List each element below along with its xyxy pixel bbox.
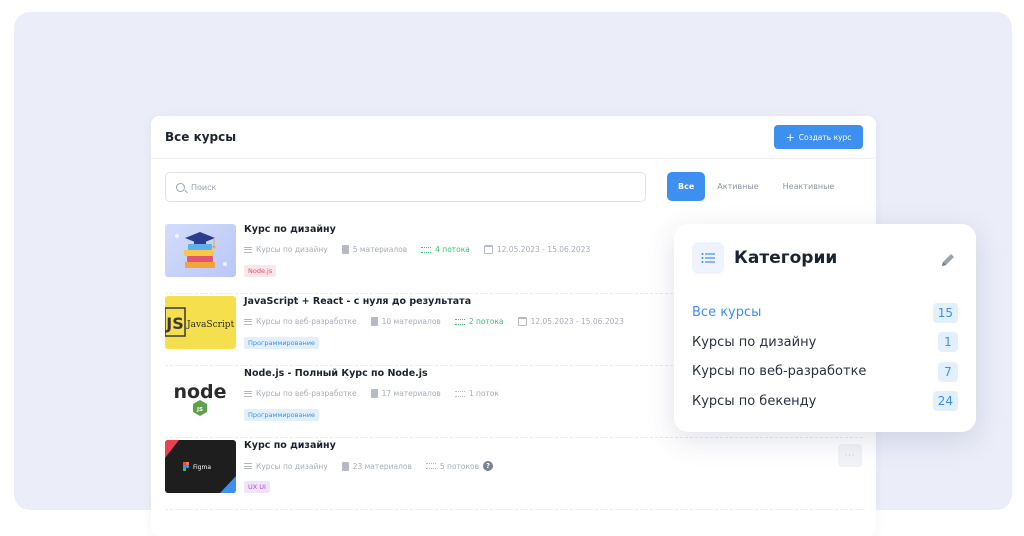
course-category: Курсы по веб-разработке [244,317,357,326]
search-box[interactable] [165,172,646,202]
create-course-button[interactable]: + Создать курс [774,125,863,149]
course-category: Курсы по дизайну [244,462,328,471]
document-icon [341,461,349,471]
course-streams: 1 поток [454,389,499,398]
streams-icon [425,463,436,469]
course-thumbnail [165,224,236,277]
course-streams: 2 потока [454,317,504,326]
create-course-label: Создать курс [798,132,852,142]
course-meta: Курсы по дизайну 23 материалов 5 потоков… [244,461,494,471]
document-icon [341,245,349,254]
course-category: Курсы по дизайну [244,245,328,254]
svg-text:JS: JS [165,314,183,333]
nodejs-logo: node JS [173,381,227,416]
categories-title: Категории [734,248,838,268]
course-title[interactable]: JavaScript + React - с нуля до результат… [244,296,471,307]
course-dates: 12.05.2023 - 15.06.2023 [517,317,624,326]
filter-tab-active[interactable]: Активные [705,172,770,201]
more-actions-button[interactable]: ··· [838,444,862,467]
course-thumbnail: JS JavaScript [165,296,236,349]
category-item-all[interactable]: Все курсы 15 [692,298,958,328]
course-category: Курсы по веб-разработке [244,389,357,398]
page-title: Все курсы [165,130,237,144]
search-icon [176,182,185,192]
course-materials: 17 материалов [370,389,441,398]
javascript-logo: JS JavaScript [165,307,235,337]
course-streams: 5 потоков? [425,461,494,471]
course-streams: 4 потока [421,245,470,254]
status-filter-tabs: Все Активные Неактивные [667,172,846,201]
categories-list: Все курсы 15 Курсы по дизайну 1 Курсы по… [692,298,958,416]
svg-text:JS: JS [196,407,203,413]
course-tag: Программирование [244,337,319,349]
category-label: Курсы по веб-разработке [692,364,867,380]
course-tag: Node.js [244,265,277,277]
course-row[interactable]: Figma Курс по дизайну Курсы по дизайну 2… [165,438,863,510]
filter-tab-all[interactable]: Все [667,172,706,201]
streams-icon [454,318,465,325]
help-icon[interactable]: ? [483,461,494,471]
course-tag: UX UI [244,481,270,493]
categories-list-icon [692,242,724,274]
categories-panel: Категории Все курсы 15 Курсы по дизайну … [674,224,976,432]
course-materials: 10 материалов [370,317,441,326]
course-title[interactable]: Курс по дизайну [244,440,336,451]
course-meta: Курсы по дизайну 5 материалов 4 потока 1… [244,245,590,254]
course-dates: 12.05.2023 - 15.06.2023 [483,245,590,254]
document-icon [370,389,378,398]
category-count-badge: 7 [938,361,958,382]
category-count-badge: 15 [932,302,958,323]
course-meta: Курсы по веб-разработке 10 материалов 2 … [244,317,624,326]
filter-tab-inactive[interactable]: Неактивные [771,172,847,201]
course-title[interactable]: Курс по дизайну [244,224,336,235]
course-materials: 23 материалов [341,461,412,471]
category-count-badge: 1 [938,332,958,353]
streams-icon [454,390,465,397]
calendar-icon [483,245,493,254]
category-item-design[interactable]: Курсы по дизайну 1 [692,328,958,358]
search-input[interactable] [191,182,631,192]
list-icon [244,318,252,325]
list-icon [244,463,252,469]
document-icon [370,317,378,326]
course-title[interactable]: Node.js - Полный Курс по Node.js [244,368,428,379]
calendar-icon [517,317,527,326]
list-icon [244,390,252,397]
card-header: Все курсы + Создать курс [151,116,876,159]
category-label: Все курсы [692,305,762,321]
course-meta: Курсы по веб-разработке 17 материалов 1 … [244,389,499,398]
course-materials: 5 материалов [341,245,407,254]
course-thumbnail: Figma [165,440,236,493]
list-icon [244,246,252,253]
svg-text:Figma: Figma [193,464,211,471]
course-tag: Программирование [244,409,319,421]
category-label: Курсы по дизайну [692,334,817,350]
category-item-webdev[interactable]: Курсы по веб-разработке 7 [692,357,958,387]
streams-icon [421,246,432,253]
category-count-badge: 24 [932,391,958,412]
category-label: Курсы по бекенду [692,393,817,409]
edit-pencil-icon[interactable] [939,251,957,269]
figma-thumbnail: Figma [165,440,236,493]
plus-icon: + [785,130,795,144]
svg-text:JavaScript: JavaScript [186,320,235,330]
svg-text:node: node [173,381,226,403]
books-cap-illustration [175,232,227,268]
category-item-backend[interactable]: Курсы по бекенду 24 [692,387,958,417]
course-thumbnail: node JS [165,368,236,421]
